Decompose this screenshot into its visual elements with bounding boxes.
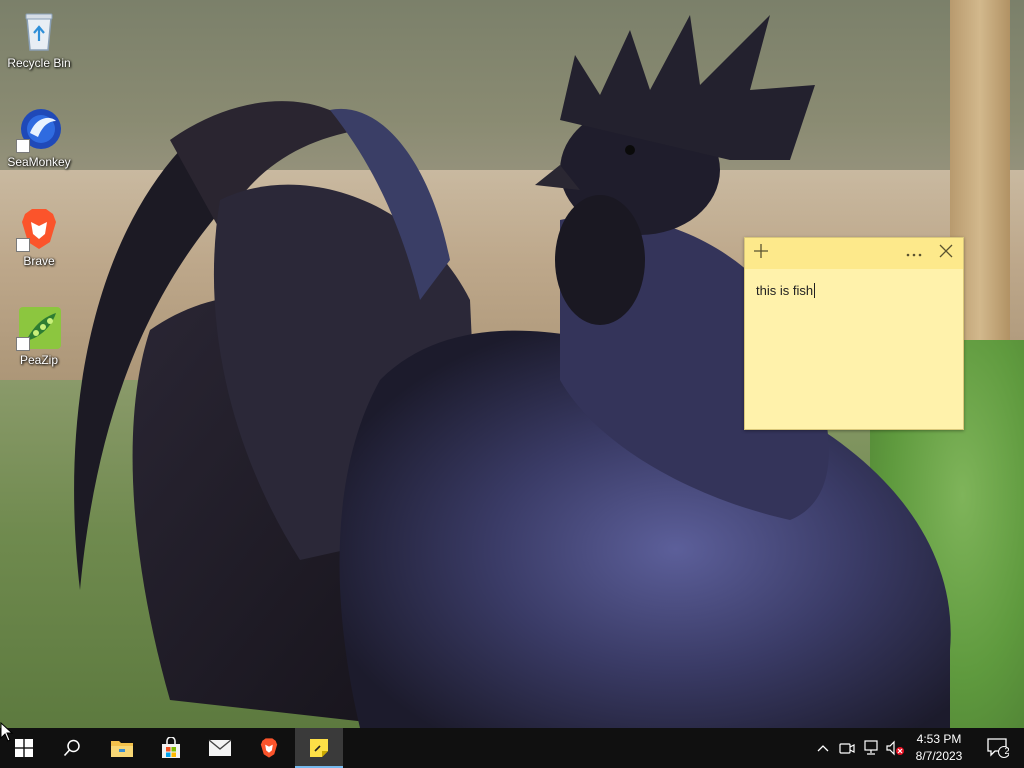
desktop-icon-peazip[interactable]: PeaZip [4, 299, 74, 385]
desktop-icon-label: Recycle Bin [7, 56, 71, 70]
volume-muted-icon[interactable] [883, 728, 907, 768]
recycle-bin-icon [16, 8, 62, 54]
desktop[interactable]: Recycle Bin SeaMonkey Brave PeaZip this … [0, 0, 1024, 728]
chevron-up-icon[interactable] [811, 728, 835, 768]
taskbar: 4:53 PM 8/7/2023 2 [0, 728, 1024, 768]
clock-date: 8/7/2023 [915, 749, 963, 763]
text-cursor [814, 283, 816, 298]
shortcut-arrow-icon [16, 337, 30, 351]
desktop-icon-recycle-bin[interactable]: Recycle Bin [4, 2, 74, 88]
desktop-icon-label: PeaZip [19, 353, 59, 367]
meet-now-icon[interactable] [835, 728, 859, 768]
desktop-icon-seamonkey[interactable]: SeaMonkey [4, 101, 74, 187]
sticky-note-window[interactable]: this is fish [744, 237, 964, 430]
more-icon[interactable] [903, 243, 925, 265]
mail-icon[interactable] [196, 728, 244, 768]
desktop-icon-brave[interactable]: Brave [4, 200, 74, 286]
close-icon[interactable] [935, 243, 957, 265]
folder-icon[interactable] [98, 728, 146, 768]
plus-icon[interactable] [750, 243, 772, 265]
sticky-note-text[interactable]: this is fish [756, 283, 813, 298]
clock[interactable]: 4:53 PM 8/7/2023 [908, 731, 970, 765]
shortcut-arrow-icon [16, 238, 30, 252]
seamonkey-icon [16, 107, 62, 153]
notification-center-button[interactable]: 2 [978, 728, 1018, 768]
network-icon[interactable] [859, 728, 883, 768]
brave-icon[interactable] [245, 728, 293, 768]
clock-time: 4:53 PM [916, 732, 962, 746]
brave-icon [16, 206, 62, 252]
desktop-icon-label: SeaMonkey [7, 155, 71, 169]
desktop-icon-label: Brave [23, 254, 55, 268]
shortcut-arrow-icon [16, 139, 30, 153]
search-icon[interactable] [48, 728, 96, 768]
mouse-cursor-icon [0, 722, 14, 742]
notification-count: 2 [1004, 746, 1010, 756]
store-icon[interactable] [147, 728, 195, 768]
peazip-icon [16, 305, 62, 351]
sticky-note-header[interactable] [745, 238, 963, 269]
sticky-note-body[interactable]: this is fish [745, 269, 963, 312]
sticky-notes-icon[interactable] [295, 728, 343, 768]
